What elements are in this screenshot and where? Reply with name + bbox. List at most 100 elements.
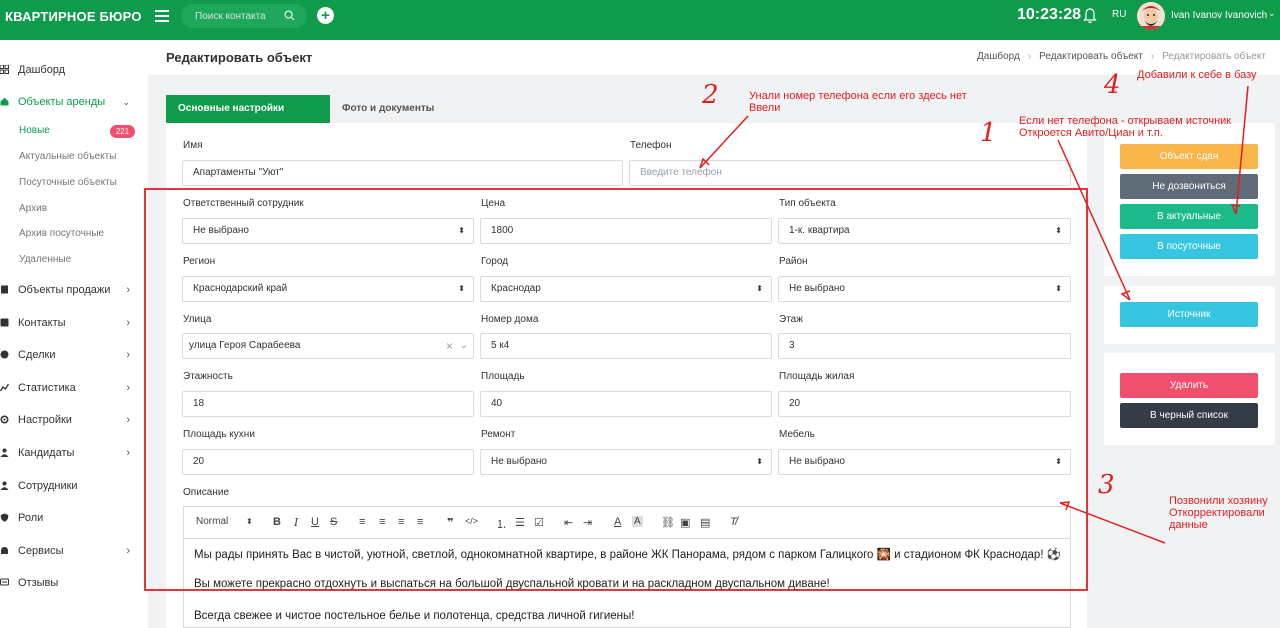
annotation-note-added: Добавили к себе в базу xyxy=(1137,69,1257,81)
deals-icon xyxy=(0,350,9,359)
clear-format-icon[interactable]: T̸ xyxy=(730,516,737,528)
region-label: Регион xyxy=(183,256,216,267)
district-label: Район xyxy=(779,256,808,267)
format-select[interactable]: Normal xyxy=(196,516,228,527)
floors-input[interactable]: 18 xyxy=(182,391,474,417)
quote-icon[interactable]: ❞ xyxy=(447,516,453,529)
align-left-icon[interactable]: ≡ xyxy=(359,516,365,528)
annotation-line: Откорректировали xyxy=(1169,507,1265,519)
sidebar-subitem-actual[interactable]: Актуальные объекты xyxy=(19,151,116,162)
sidebar-item-services[interactable]: Сервисы › xyxy=(0,541,148,561)
source-button[interactable]: Источник xyxy=(1120,302,1258,327)
region-select[interactable]: Краснодарский край ⬍ xyxy=(182,276,474,302)
bell-icon[interactable] xyxy=(1083,8,1097,24)
sidebar-subitem-archive-daily[interactable]: Архив посуточные xyxy=(19,228,104,239)
sidebar-item-settings[interactable]: Настройки › xyxy=(0,410,148,430)
sidebar-subitem-archive[interactable]: Архив xyxy=(19,203,47,214)
type-select[interactable]: 1-к. квартира ⬍ xyxy=(778,218,1071,244)
no-answer-button[interactable]: Не дозвониться xyxy=(1120,174,1258,199)
text-color-icon[interactable]: A xyxy=(614,516,621,528)
object-rented-button[interactable]: Объект сдан xyxy=(1120,144,1258,169)
street-select[interactable]: улица Героя Сарабеева × ⌄ xyxy=(182,333,474,359)
menu-toggle-icon[interactable] xyxy=(155,9,169,23)
sidebar-item-sale-objects[interactable]: Объекты продажи › xyxy=(0,280,148,300)
breadcrumb-item[interactable]: Редактировать объект xyxy=(1039,51,1143,62)
sidebar-item-label: Дашборд xyxy=(18,64,66,76)
dashboard-icon xyxy=(0,65,9,74)
city-select[interactable]: Краснодар ⬍ xyxy=(480,276,772,302)
indent-icon[interactable]: ⇥ xyxy=(583,516,592,529)
brand-logo[interactable]: КВАРТИРНОЕ БЮРО xyxy=(5,9,142,24)
sidebar-item-deals[interactable]: Сделки › xyxy=(0,345,148,365)
align-justify-icon[interactable]: ≡ xyxy=(417,516,423,528)
sidebar-item-candidates[interactable]: Кандидаты › xyxy=(0,443,148,463)
description-editor[interactable]: Normal ⬍ B I U S ≡ ≡ ≡ ≡ ❞ </> ⒈ ☰ ☑ ⇤ ⇥… xyxy=(183,506,1071,628)
user-name[interactable]: Ivan Ivanov Ivanovich xyxy=(1171,10,1267,21)
tab-main-settings[interactable]: Основные настройки объекта xyxy=(166,95,330,142)
sidebar-subitem-deleted[interactable]: Удаленные xyxy=(19,254,71,265)
blacklist-button[interactable]: В черный список xyxy=(1120,403,1258,428)
select-arrows-icon: ⬍ xyxy=(1055,284,1062,293)
sidebar-item-statistics[interactable]: Статистика › xyxy=(0,378,148,398)
chevron-down-icon[interactable]: ⌄ xyxy=(1268,8,1276,19)
breadcrumb-item[interactable]: Дашборд xyxy=(977,51,1020,62)
sidebar-item-rental-objects[interactable]: Объекты аренды ⌄ xyxy=(0,92,148,112)
furniture-select[interactable]: Не выбрано ⬍ xyxy=(778,449,1071,475)
strike-icon[interactable]: S xyxy=(330,516,337,528)
video-icon[interactable]: ▤ xyxy=(700,516,710,529)
description-paragraph: Вы можете прекрасно отдохнуть и выспатьс… xyxy=(194,578,830,590)
to-actual-button[interactable]: В актуальные xyxy=(1120,204,1258,229)
chevron-down-icon[interactable]: ⌄ xyxy=(460,334,468,358)
sidebar-item-contacts[interactable]: Контакты › xyxy=(0,313,148,333)
stats-icon xyxy=(0,383,9,392)
delete-button[interactable]: Удалить xyxy=(1120,373,1258,398)
sidebar-subitem-daily[interactable]: Посуточные объекты xyxy=(19,177,117,188)
add-contact-button[interactable]: + xyxy=(317,7,334,24)
name-input[interactable]: Апартаменты "Уют" xyxy=(182,160,623,186)
sidebar-item-reviews[interactable]: Отзывы xyxy=(0,573,148,593)
search-input[interactable] xyxy=(195,10,281,22)
background-color-icon[interactable]: A xyxy=(632,516,643,527)
to-daily-button[interactable]: В посуточные xyxy=(1120,234,1258,259)
contacts-icon xyxy=(0,318,9,327)
search-box[interactable] xyxy=(181,4,307,28)
chevron-right-icon: › xyxy=(126,317,130,329)
sidebar-subitem-new[interactable]: Новые xyxy=(19,125,50,136)
outdent-icon[interactable]: ⇤ xyxy=(564,516,573,529)
sidebar-item-roles[interactable]: Роли xyxy=(0,508,148,528)
avatar-image xyxy=(1137,2,1165,30)
living-area-input[interactable]: 20 xyxy=(778,391,1071,417)
house-input[interactable]: 5 к4 xyxy=(480,333,772,359)
floor-input[interactable]: 3 xyxy=(778,333,1071,359)
checklist-icon[interactable]: ☑ xyxy=(534,516,544,529)
link-icon[interactable]: ⛓ xyxy=(661,516,675,529)
gear-icon xyxy=(0,415,9,424)
annotation-line: Откроется Авито/Циан и т.п. xyxy=(1019,127,1163,139)
search-icon[interactable] xyxy=(284,10,295,21)
underline-icon[interactable]: U xyxy=(311,516,319,528)
image-icon[interactable]: ▣ xyxy=(680,516,690,529)
tab-photos-documents[interactable]: Фото и документы xyxy=(330,95,446,123)
phone-input[interactable]: Введите телефон xyxy=(629,160,1071,186)
price-input[interactable]: 1800 xyxy=(480,218,772,244)
code-icon[interactable]: </> xyxy=(465,516,478,526)
area-input[interactable]: 40 xyxy=(480,391,772,417)
district-select[interactable]: Не выбрано ⬍ xyxy=(778,276,1071,302)
bold-icon[interactable]: B xyxy=(273,516,281,528)
repair-select[interactable]: Не выбрано ⬍ xyxy=(480,449,772,475)
kitchen-area-input[interactable]: 20 xyxy=(182,449,474,475)
avatar[interactable] xyxy=(1137,2,1165,30)
align-center-icon[interactable]: ≡ xyxy=(379,516,385,528)
align-right-icon[interactable]: ≡ xyxy=(398,516,404,528)
street-label: Улица xyxy=(183,314,212,325)
repair-label: Ремонт xyxy=(481,429,516,440)
ordered-list-icon[interactable]: ⒈ xyxy=(496,516,507,532)
bullet-list-icon[interactable]: ☰ xyxy=(515,516,525,529)
employee-select[interactable]: Не выбрано ⬍ xyxy=(182,218,474,244)
clear-icon[interactable]: × xyxy=(446,334,453,358)
language-switch[interactable]: RU xyxy=(1112,9,1126,20)
building-icon xyxy=(1,285,8,294)
italic-icon[interactable]: I xyxy=(294,516,298,529)
sidebar-item-staff[interactable]: Сотрудники xyxy=(0,476,148,496)
sidebar-item-dashboard[interactable]: Дашборд xyxy=(0,60,148,80)
